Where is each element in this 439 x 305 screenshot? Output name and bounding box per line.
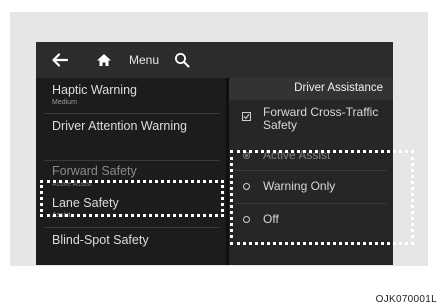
menu-item-lane-safety[interactable]: Lane Safety Assist — [36, 196, 226, 226]
figure-code: OJK070001L — [375, 294, 437, 305]
home-icon — [97, 54, 111, 66]
checkbox-icon — [242, 112, 251, 121]
home-button[interactable] — [92, 42, 116, 78]
radio-icon — [243, 216, 250, 223]
menu-item-driver-attention-warning[interactable]: Driver Attention Warning — [36, 114, 226, 160]
radio-selected-icon — [243, 152, 250, 159]
option-label: Off — [263, 212, 279, 226]
forward-cross-traffic-checkbox[interactable]: Forward Cross-Traffic Safety — [229, 100, 393, 140]
menu-item-label: Haptic Warning — [52, 83, 137, 97]
menu-item-label: Driver Attention Warning — [52, 119, 188, 133]
menu-item-value: Medium — [52, 99, 77, 106]
search-icon — [175, 53, 190, 68]
search-button[interactable] — [170, 42, 194, 78]
option-label: Active Assist — [263, 148, 331, 162]
checkbox-label: Forward Cross-Traffic Safety — [263, 105, 379, 132]
menu-item-value: Assist — [52, 212, 71, 219]
option-off[interactable]: Off — [229, 204, 393, 236]
divider — [44, 227, 220, 228]
radio-icon — [243, 183, 250, 190]
menu-item-haptic-warning[interactable]: Haptic Warning Medium — [36, 78, 226, 112]
panel-title: Driver Assistance — [294, 82, 383, 94]
back-arrow-icon — [52, 53, 68, 67]
back-button[interactable] — [48, 42, 72, 78]
driver-assistance-panel: Driver Assistance Forward Cross-Traffic … — [229, 78, 393, 265]
option-label: Warning Only — [263, 179, 336, 193]
menu-item-label: Lane Safety — [52, 196, 119, 210]
menu-item-label: Forward Safety — [52, 164, 137, 178]
option-warning-only[interactable]: Warning Only — [229, 171, 393, 203]
divider — [44, 160, 220, 161]
option-active-assist[interactable]: Active Assist — [229, 142, 393, 170]
panel-header: Driver Assistance — [229, 78, 393, 100]
menu-button[interactable]: Menu — [122, 42, 166, 78]
settings-menu-list: Haptic Warning Medium Driver Attention W… — [36, 78, 226, 265]
menu-item-blind-spot-safety[interactable]: Blind-Spot Safety — [36, 229, 226, 265]
menu-item-forward-safety[interactable]: Forward Safety Active Assist — [36, 162, 226, 196]
infotainment-screen: Menu Haptic Warning Medium Driver Attent… — [36, 42, 393, 265]
menu-item-label: Blind-Spot Safety — [52, 233, 149, 247]
top-toolbar: Menu — [36, 42, 393, 78]
menu-item-value: Active Assist — [52, 181, 92, 188]
